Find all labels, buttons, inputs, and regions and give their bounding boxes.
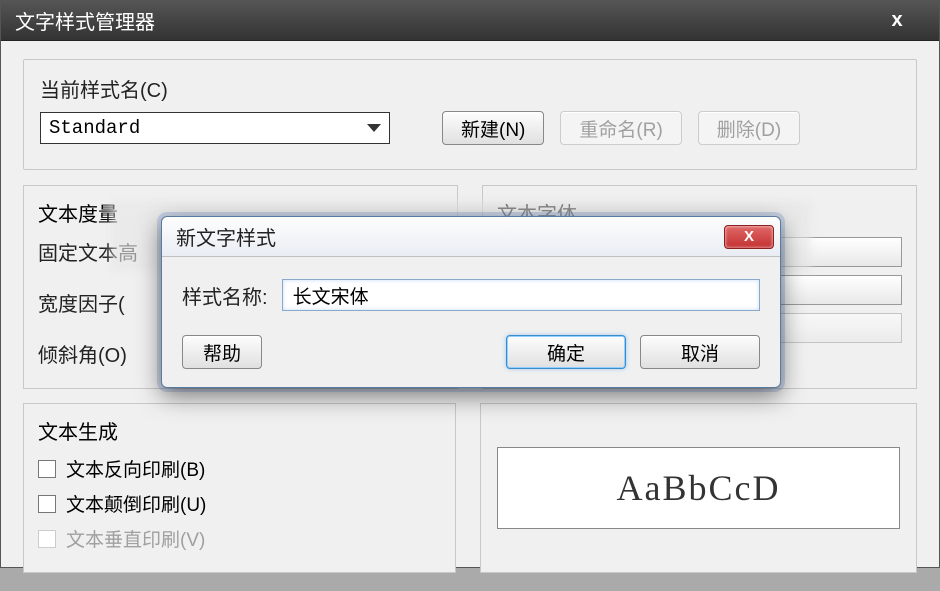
ok-button[interactable]: 确定 [506, 335, 626, 369]
style-name-input[interactable] [282, 279, 760, 311]
checkbox-vertical-row: 文本垂直印刷(V) [38, 525, 441, 552]
new-button[interactable]: 新建(N) [442, 111, 544, 145]
rename-button: 重命名(R) [560, 111, 681, 145]
checkbox-icon [38, 530, 56, 548]
checkbox-icon[interactable] [38, 460, 56, 478]
dialog-title: 新文字样式 [176, 222, 276, 251]
checkbox-upsidedown-label: 文本颠倒印刷(U) [66, 490, 206, 517]
text-style-manager-window: 文字样式管理器 x 当前样式名(C) Standard 新建(N) 重命名(R)… [0, 0, 940, 568]
preview-group: AaBbCcD [480, 403, 917, 573]
current-style-group: 当前样式名(C) Standard 新建(N) 重命名(R) 删除(D) [23, 59, 917, 170]
checkbox-vertical-label: 文本垂直印刷(V) [66, 525, 205, 552]
delete-button: 删除(D) [698, 111, 800, 145]
text-gen-heading: 文本生成 [38, 416, 441, 445]
cancel-button[interactable]: 取消 [640, 335, 760, 369]
current-style-select[interactable]: Standard [40, 112, 390, 144]
help-button[interactable]: 帮助 [182, 335, 262, 369]
checkbox-upsidedown-row[interactable]: 文本颠倒印刷(U) [38, 490, 441, 517]
checkbox-backward-label: 文本反向印刷(B) [66, 455, 205, 482]
main-titlebar: 文字样式管理器 x [1, 1, 939, 41]
chevron-down-icon [367, 124, 381, 132]
text-generation-group: 文本生成 文本反向印刷(B) 文本颠倒印刷(U) 文本垂直印刷(V) [23, 403, 456, 573]
dialog-close-icon[interactable]: X [724, 225, 774, 249]
dialog-titlebar: 新文字样式 X [162, 217, 780, 257]
checkbox-backward-row[interactable]: 文本反向印刷(B) [38, 455, 441, 482]
checkbox-icon[interactable] [38, 495, 56, 513]
current-style-label: 当前样式名(C) [40, 74, 900, 103]
style-name-label: 样式名称: [182, 281, 268, 310]
preview-box: AaBbCcD [497, 447, 900, 529]
close-icon[interactable]: x [861, 5, 933, 37]
current-style-value: Standard [49, 117, 140, 139]
preview-text: AaBbCcD [617, 467, 781, 509]
main-window-title: 文字样式管理器 [15, 6, 155, 35]
new-text-style-dialog: 新文字样式 X 样式名称: 帮助 确定 取消 [161, 216, 781, 388]
